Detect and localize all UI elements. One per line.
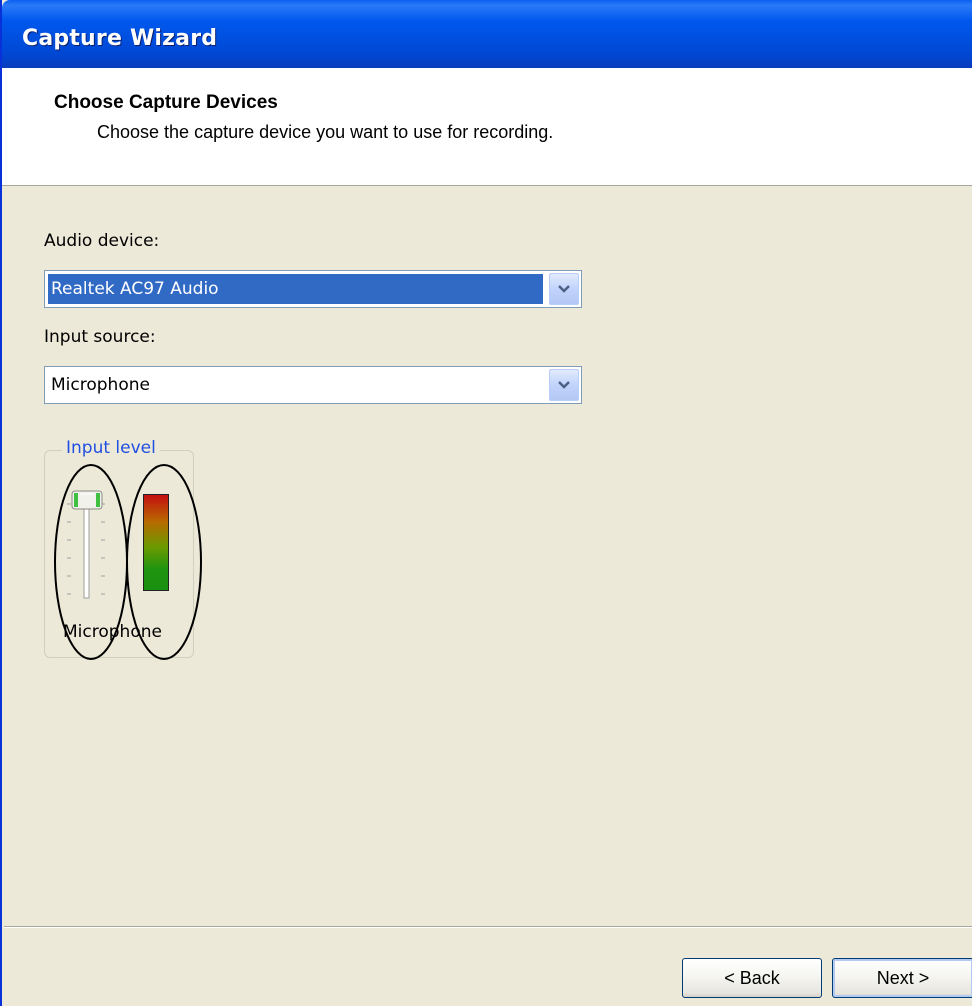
- slider-thumb[interactable]: [71, 490, 103, 510]
- input-level-group-label: Input level: [62, 438, 160, 458]
- microphone-volume-slider[interactable]: [57, 490, 117, 610]
- next-button[interactable]: Next >: [832, 958, 972, 998]
- page-subtitle: Choose the capture device you want to us…: [97, 122, 554, 142]
- input-level-meter: [143, 494, 169, 591]
- audio-device-label: Audio device:: [44, 231, 160, 251]
- input-source-dropdown[interactable]: Microphone: [44, 366, 582, 404]
- wizard-header: Choose Capture Devices Choose the captur…: [2, 68, 972, 186]
- footer-divider: [4, 926, 972, 928]
- back-button[interactable]: < Back: [682, 958, 822, 998]
- microphone-slider-label: Microphone: [63, 622, 162, 642]
- audio-device-value: Realtek AC97 Audio: [48, 274, 543, 304]
- audio-device-dropdown[interactable]: Realtek AC97 Audio: [44, 270, 582, 308]
- chevron-down-icon: [558, 285, 570, 293]
- input-source-label: Input source:: [44, 327, 156, 347]
- title-bar[interactable]: Capture Wizard: [2, 0, 972, 68]
- page-title: Choose Capture Devices: [54, 92, 278, 113]
- capture-wizard-window: Capture Wizard Choose Capture Devices Ch…: [0, 0, 972, 1006]
- input-source-dropdown-button[interactable]: [549, 369, 579, 401]
- input-source-value: Microphone: [51, 375, 150, 395]
- audio-device-dropdown-button[interactable]: [549, 273, 579, 305]
- chevron-down-icon: [558, 381, 570, 389]
- window-title: Capture Wizard: [22, 26, 218, 51]
